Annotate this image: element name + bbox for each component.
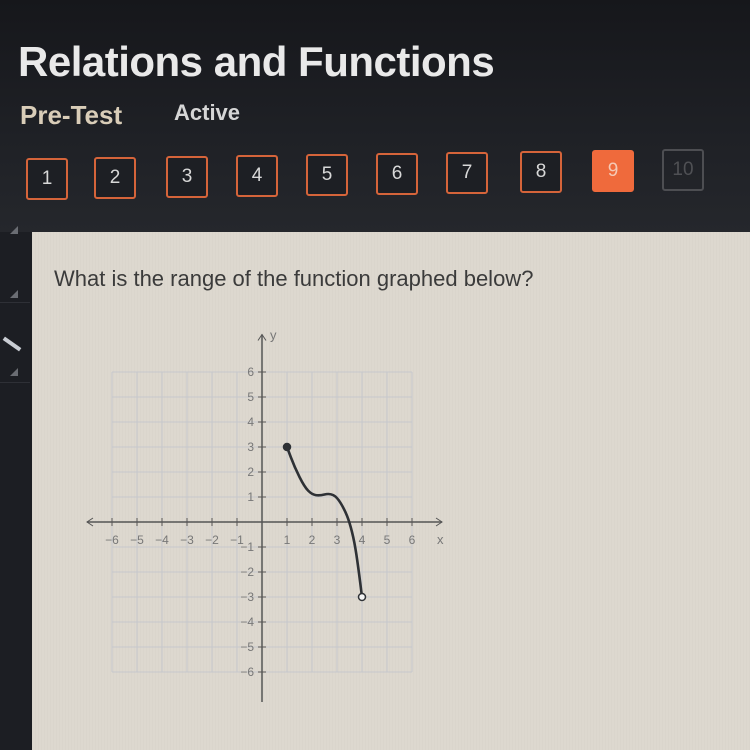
pencil-tool-icon[interactable]: [2, 336, 22, 352]
open-endpoint: [357, 592, 367, 602]
y-tick-label: 2: [247, 465, 254, 479]
x-axis-label: x: [437, 532, 444, 547]
question-button-2[interactable]: 2: [94, 157, 136, 199]
y-tick-label: −1: [240, 540, 254, 554]
question-button-1[interactable]: 1: [26, 158, 68, 200]
x-tick-label: 3: [334, 533, 341, 547]
question-button-8[interactable]: 8: [520, 151, 562, 193]
x-tick-label: 5: [384, 533, 391, 547]
y-axis-label: y: [270, 328, 277, 343]
x-tick-label: 1: [284, 533, 291, 547]
question-button-7[interactable]: 7: [446, 152, 488, 194]
x-tick-label: 2: [309, 533, 316, 547]
y-tick-label: −3: [240, 590, 254, 604]
page-title: Relations and Functions: [18, 38, 495, 85]
status-label: Active: [174, 100, 241, 125]
function-graph: xy−6 −5 −4 −3 −2 −1 1 2 3 4 5 6654321−1−2−3−4−5−6: [86, 328, 444, 702]
y-tick-label: −4: [240, 615, 254, 629]
x-tick-label: 6: [409, 533, 416, 547]
question-button-10: 10: [662, 149, 704, 191]
collapse-arrow-icon[interactable]: [10, 226, 18, 234]
sidebar: [0, 226, 30, 750]
question-button-3[interactable]: 3: [166, 156, 208, 198]
question-button-4[interactable]: 4: [236, 155, 278, 197]
y-tick-label: −5: [240, 640, 254, 654]
question-button-6[interactable]: 6: [376, 153, 418, 195]
question-button-5[interactable]: 5: [306, 154, 348, 196]
x-tick-label: −5: [130, 533, 144, 547]
collapse-arrow-icon[interactable]: [10, 368, 18, 376]
header: Relations and Functions Pre-Test Active …: [0, 0, 750, 232]
question-button-9[interactable]: 9: [592, 150, 634, 192]
x-tick-label: −6: [105, 533, 119, 547]
closed-endpoint: [282, 442, 292, 452]
question-text: What is the range of the function graphe…: [54, 266, 534, 291]
collapse-arrow-icon[interactable]: [10, 290, 18, 298]
x-tick-label: 4: [359, 533, 366, 547]
divider: [0, 382, 30, 383]
x-tick-label: −4: [155, 533, 169, 547]
divider: [0, 302, 30, 303]
test-type-label: Pre-Test: [20, 100, 123, 130]
y-tick-label: 5: [247, 390, 254, 404]
y-tick-label: 4: [247, 415, 254, 429]
y-tick-label: 6: [247, 365, 254, 379]
y-tick-label: 3: [247, 440, 254, 454]
x-tick-label: −3: [180, 533, 194, 547]
x-tick-label: −2: [205, 533, 219, 547]
question-panel: What is the range of the function graphe…: [32, 232, 750, 750]
y-tick-label: −2: [240, 565, 254, 579]
y-tick-label: 1: [247, 490, 254, 504]
y-tick-label: −6: [240, 665, 254, 679]
